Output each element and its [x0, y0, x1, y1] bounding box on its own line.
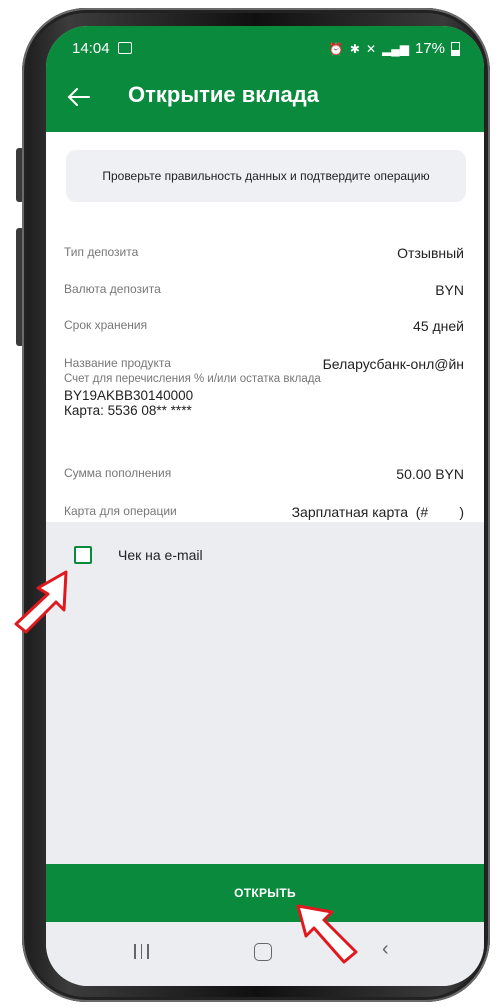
open-deposit-button[interactable]: ОТКРЫТЬ	[46, 864, 484, 922]
system-nav-bar: ‹	[46, 922, 484, 986]
email-receipt-checkbox[interactable]	[74, 546, 92, 564]
card-value[interactable]: Зарплатная карта (# )	[292, 504, 464, 520]
nav-back-icon[interactable]: ‹	[382, 938, 389, 961]
deposit-type-value: Отзывный	[397, 245, 464, 261]
recent-apps-icon[interactable]	[134, 944, 149, 959]
currency-value: BYN	[435, 282, 464, 298]
account-number: BY19AKBB30140000	[64, 388, 194, 403]
product-label: Название продукта	[64, 356, 171, 370]
signal-icon: ▂▄▆	[382, 41, 409, 56]
account-card: Карта: 5536 08** ****	[64, 403, 192, 418]
phone-screen: 14:04 ⏰ ✱ ✕ ▂▄▆ 17% Открытие вклада Пров…	[46, 26, 484, 986]
annotation-arrow-icon	[296, 904, 358, 964]
alarm-icon: ⏰	[328, 41, 344, 56]
status-icons: ⏰ ✱ ✕ ▂▄▆ 17%	[329, 40, 460, 57]
confirmation-details: Проверьте правильность данных и подтверд…	[46, 132, 484, 522]
battery-icon	[451, 41, 460, 56]
amount-value: 50.00 BYN	[396, 466, 464, 482]
term-row: Срок хранения 45 дней	[64, 318, 464, 334]
bluetooth-icon: ✱	[349, 41, 360, 56]
product-row: Название продукта Беларусбанк-онл@йн	[64, 356, 464, 372]
term-value: 45 дней	[413, 318, 464, 334]
card-row: Карта для операции Зарплатная карта (# )	[64, 504, 464, 520]
product-value: Беларусбанк-онл@йн	[322, 356, 464, 372]
gallery-icon	[118, 42, 132, 54]
deposit-type-row: Тип депозита Отзывный	[64, 245, 464, 261]
page-title: Открытие вклада	[128, 82, 319, 107]
currency-label: Валюта депозита	[64, 282, 161, 296]
amount-row: Сумма пополнения 50.00 BYN	[64, 466, 464, 482]
info-notice: Проверьте правильность данных и подтверд…	[66, 150, 466, 202]
mute-icon: ✕	[365, 41, 376, 56]
options-area: Чек на e-mail	[46, 522, 484, 865]
deposit-type-label: Тип депозита	[64, 245, 139, 259]
app-bar: Открытие вклада	[46, 64, 484, 132]
email-receipt-label[interactable]: Чек на e-mail	[118, 547, 203, 563]
currency-row: Валюта депозита BYN	[64, 282, 464, 298]
card-label: Карта для операции	[64, 504, 177, 518]
status-bar: 14:04 ⏰ ✱ ✕ ▂▄▆ 17%	[46, 26, 484, 64]
annotation-arrow-icon	[14, 570, 68, 634]
battery-level: 17%	[414, 40, 445, 57]
term-label: Срок хранения	[64, 318, 148, 332]
status-time: 14:04	[72, 40, 110, 57]
account-label: Счет для перечисления % и/или остатка вк…	[64, 373, 321, 385]
amount-label: Сумма пополнения	[64, 466, 172, 480]
home-icon[interactable]	[254, 943, 272, 961]
back-arrow-icon[interactable]	[66, 84, 92, 110]
